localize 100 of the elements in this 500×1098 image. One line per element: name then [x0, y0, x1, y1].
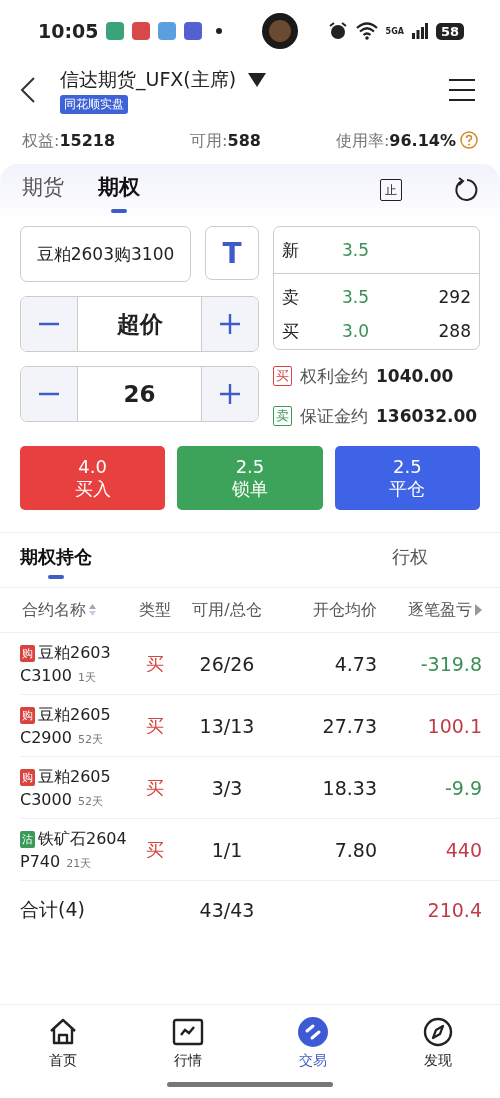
quote-price: 3.5: [342, 240, 371, 260]
available-cell: 3/3: [211, 776, 243, 799]
avg-price-cell: 7.80: [334, 838, 377, 861]
available-cell: 13/13: [199, 714, 255, 737]
side-cell: 买: [145, 651, 164, 676]
margin-value: 136032.00: [376, 406, 478, 426]
avg-price-cell: 4.73: [334, 652, 377, 675]
side-cell: 买: [145, 775, 164, 800]
product-tab[interactable]: 期权: [96, 167, 142, 207]
side-tag: 卖: [273, 406, 292, 426]
quote-price: 3.5: [342, 287, 371, 307]
tab-indicator: [111, 209, 127, 213]
wifi-icon: [355, 22, 378, 40]
strike-code: C2900: [20, 727, 72, 747]
contract-field[interactable]: 豆粕2603购3100: [20, 226, 191, 282]
contract-name[interactable]: 豆粕2603: [38, 642, 111, 664]
position-tab[interactable]: 行权: [392, 541, 428, 573]
tab-indicator: [48, 575, 64, 579]
order-button[interactable]: 4.0 买入: [20, 446, 166, 510]
plus-icon: [218, 382, 242, 406]
scroll-right-icon[interactable]: [475, 604, 482, 616]
margin-value: 1040.00: [376, 366, 454, 386]
camera-icon: [260, 11, 301, 51]
quote-volume: 292: [437, 287, 471, 307]
column-header[interactable]: 开仓均价: [313, 599, 377, 621]
help-icon[interactable]: [460, 130, 478, 149]
strike-code: C3100: [20, 665, 72, 685]
compass-icon: [421, 1016, 454, 1048]
plus-icon: [218, 312, 242, 336]
nav-tab[interactable]: 首页: [0, 1015, 125, 1071]
column-header[interactable]: 类型: [138, 599, 171, 621]
days-left: 52天: [77, 731, 103, 747]
margin-label: 保证金约: [300, 404, 368, 428]
t-quote-button[interactable]: T: [205, 226, 259, 280]
option-type-tag: 购: [20, 706, 35, 724]
total-label: 合计(4): [20, 897, 86, 922]
refresh-icon[interactable]: [454, 177, 480, 203]
status-time: 10:05: [38, 20, 99, 42]
pnl-cell: -319.8: [420, 652, 482, 675]
app-notification-icon: [106, 22, 125, 40]
plus-button[interactable]: [202, 367, 258, 421]
trade-icon: [296, 1016, 329, 1048]
days-left: 52天: [77, 793, 103, 809]
position-tab[interactable]: 期权持仓: [20, 541, 92, 573]
avg-price-cell: 18.33: [322, 776, 377, 799]
column-header[interactable]: 逐笔盈亏: [408, 599, 472, 621]
quote-volume: 288: [437, 321, 471, 341]
contract-name[interactable]: 豆粕2605: [38, 704, 111, 726]
app-notification-icon: [132, 22, 151, 40]
alarm-icon: [327, 21, 348, 41]
contract-name[interactable]: 铁矿石2604: [38, 828, 127, 850]
option-type-tag: 购: [20, 768, 35, 786]
avg-price-cell: 27.73: [322, 714, 377, 737]
plus-button[interactable]: [202, 297, 258, 351]
quote-label: 新: [282, 238, 300, 262]
account-badge: 同花顺实盘: [60, 94, 128, 114]
account-stat: 可用:588: [190, 130, 261, 150]
pnl-cell: 100.1: [427, 714, 482, 737]
option-type-tag: 沽: [20, 830, 35, 848]
stop-order-button[interactable]: 止: [380, 179, 402, 201]
quote-label: 卖: [282, 285, 300, 309]
margin-label: 权利金约: [300, 364, 368, 388]
nav-tab[interactable]: 交易: [250, 1015, 375, 1071]
network-label: 5GA: [385, 26, 404, 36]
quote-label: 买: [282, 319, 300, 343]
product-tab[interactable]: 期货: [20, 167, 66, 207]
nav-tab[interactable]: 发现: [375, 1015, 500, 1071]
menu-icon[interactable]: [448, 78, 476, 102]
app-notification-icon: [184, 22, 203, 40]
column-header[interactable]: 合约名称: [22, 599, 86, 621]
total-pnl: 210.4: [427, 899, 482, 921]
pnl-cell: 440: [445, 838, 482, 861]
quote-price: 3.0: [342, 321, 371, 341]
available-cell: 26/26: [199, 652, 255, 675]
dropdown-icon[interactable]: [248, 72, 267, 87]
total-available: 43/43: [199, 899, 255, 921]
nav-tab[interactable]: 行情: [125, 1015, 250, 1071]
chart-icon: [171, 1016, 204, 1048]
minus-icon: [37, 322, 61, 326]
signal-icon: [411, 23, 428, 39]
pnl-cell: -9.9: [444, 776, 482, 799]
battery-level: 58: [435, 22, 464, 40]
available-cell: 1/1: [211, 838, 243, 861]
app-notification-icon: [158, 22, 177, 40]
days-left: 1天: [77, 669, 96, 685]
account-stat: 使用率:96.14%: [335, 130, 456, 150]
side-cell: 买: [145, 837, 164, 862]
days-left: 21天: [66, 855, 92, 871]
strike-code: C3000: [20, 789, 72, 809]
minus-icon: [37, 392, 61, 396]
order-button[interactable]: 2.5 平仓: [334, 446, 480, 510]
side-cell: 买: [145, 713, 164, 738]
contract-name[interactable]: 豆粕2605: [38, 766, 111, 788]
more-notifications-icon: [216, 28, 223, 34]
account-stat: 权益:15218: [22, 130, 116, 150]
column-header[interactable]: 可用/总仓: [192, 599, 262, 621]
account-title[interactable]: 信达期货_UFX(主席): [60, 66, 237, 93]
strike-code: P740: [20, 851, 61, 871]
option-type-tag: 购: [20, 644, 35, 662]
back-icon[interactable]: [18, 76, 38, 104]
